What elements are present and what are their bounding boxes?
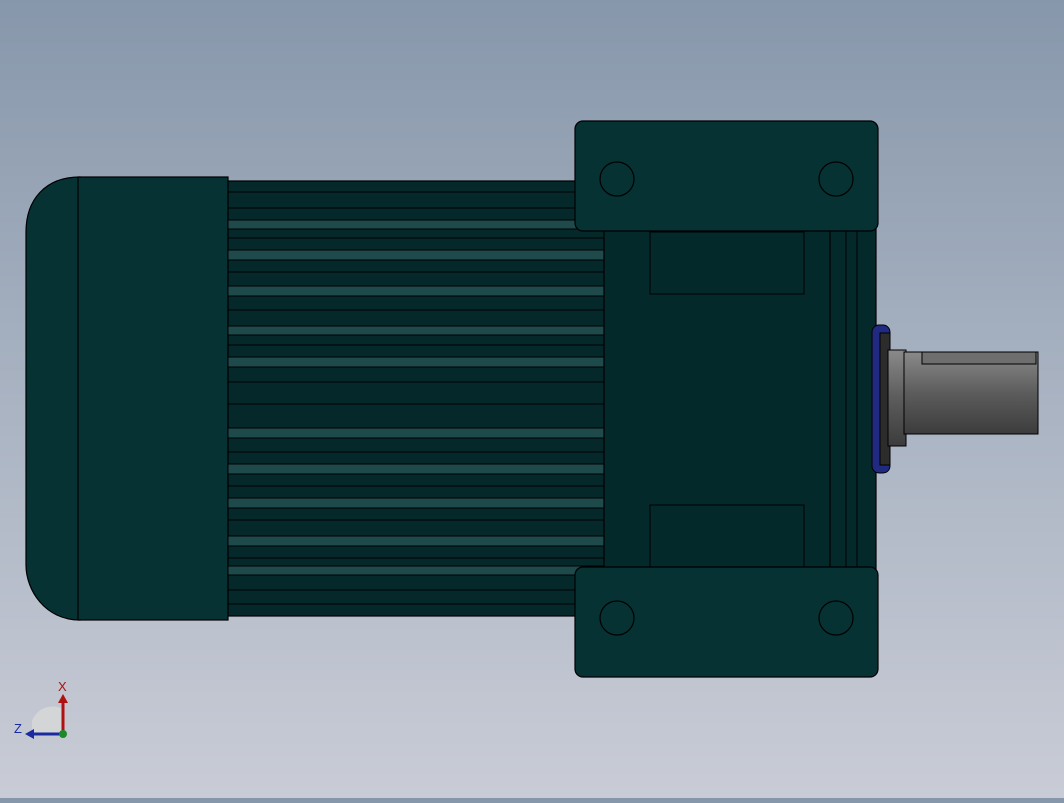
gearbox-window-top xyxy=(649,231,805,295)
mount-hole-bottom-right xyxy=(818,600,854,636)
z-axis-label: Z xyxy=(14,721,22,736)
x-axis-label: X xyxy=(58,679,67,694)
mount-hole-top-right xyxy=(818,161,854,197)
triad-origin xyxy=(59,730,67,738)
motor-finned-body xyxy=(227,180,607,617)
shaft-keyway xyxy=(921,351,1037,365)
3d-viewport[interactable]: X Z xyxy=(0,0,1064,798)
motor-end-cap-ring xyxy=(77,176,229,621)
gearbox-flange xyxy=(829,227,877,571)
orientation-triad: X Z xyxy=(10,676,80,746)
mount-hole-bottom-left xyxy=(599,600,635,636)
gearbox-window-bottom xyxy=(649,504,805,568)
mount-hole-top-left xyxy=(599,161,635,197)
motor-end-cap xyxy=(25,176,81,621)
output-shaft-collar xyxy=(887,349,907,447)
gear-motor-model[interactable] xyxy=(0,0,1064,798)
